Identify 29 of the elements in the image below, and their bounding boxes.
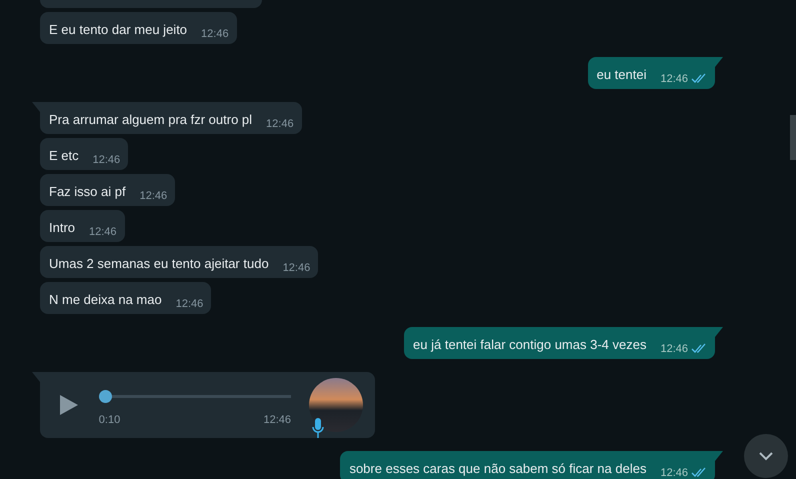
play-icon xyxy=(58,394,79,416)
message-text: Faz isso ai pf xyxy=(49,183,126,201)
message-text: E etc xyxy=(49,147,79,165)
photo-placeholder xyxy=(309,378,363,432)
audio-progress-thumb[interactable] xyxy=(98,390,112,404)
message-text: Intro xyxy=(49,219,76,237)
scroll-down-button[interactable] xyxy=(744,434,788,478)
message-time: 12:46 xyxy=(282,260,310,276)
scrollbar-thumb[interactable] xyxy=(790,115,796,160)
message-time: 12:46 xyxy=(263,413,291,428)
message-text: eu já tentei falar contigo umas 3-4 vezes xyxy=(413,336,646,354)
message-text: sobre esses caras que não sabem só ficar na deles xyxy=(349,460,646,478)
chevron-down-icon xyxy=(758,451,774,461)
message-text: Pra arrumar alguem pra fzr outro pl xyxy=(49,111,252,129)
message-time: 12:46 xyxy=(660,72,688,86)
microphone-icon xyxy=(312,418,324,438)
message-time: 12:46 xyxy=(201,26,229,42)
message-time: 12:46 xyxy=(140,188,168,204)
message-time: 12:46 xyxy=(266,116,294,132)
message-time: 12:46 xyxy=(660,466,688,479)
message-time: 12:46 xyxy=(92,152,120,168)
message-time: 12:46 xyxy=(660,342,688,356)
message-text: Umas 2 semanas eu tento ajeitar tudo xyxy=(49,255,269,273)
message-time: 12:46 xyxy=(89,224,117,240)
message-text: E eu tento dar meu jeito xyxy=(49,21,188,39)
message-time: 12:46 xyxy=(176,296,204,312)
message-text: N me deixa na mao xyxy=(49,291,162,309)
audio-duration: 0:10 xyxy=(98,413,120,428)
message-text: eu tentei xyxy=(596,66,646,84)
